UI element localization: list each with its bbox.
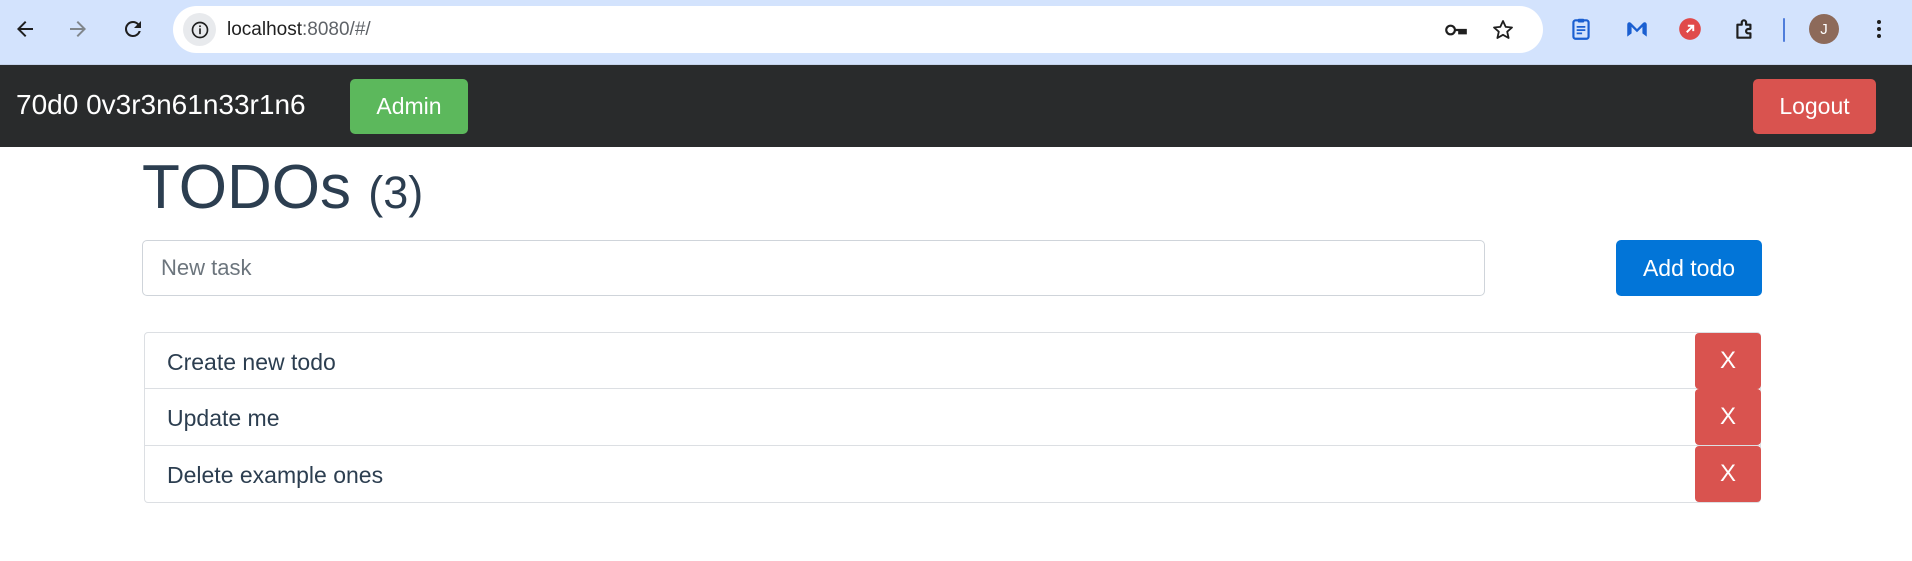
red-extension-button[interactable] [1673,12,1707,46]
browser-toolbar: localhost:8080/#/ J [0,0,1912,65]
todo-list: Create new todo X Update me X Delete exa… [144,332,1761,503]
extensions-button[interactable] [1728,12,1762,46]
delete-todo-button[interactable]: X [1695,389,1761,445]
info-icon [191,21,208,38]
url-text: localhost:8080/#/ [227,19,371,41]
delete-todo-button[interactable]: X [1695,333,1761,389]
clipboard-extension-button[interactable] [1564,12,1598,46]
todo-text[interactable]: Delete example ones [167,462,383,489]
todo-item: Create new todo X [144,332,1761,389]
malwarebytes-extension-button[interactable] [1620,12,1654,46]
forward-button[interactable] [58,9,98,49]
arrow-left-icon [17,21,33,37]
malwarebytes-icon [1627,22,1647,37]
app-navbar: 70d0 0v3r3n61n33r1n6 Admin Logout [0,65,1912,147]
todo-text[interactable]: Update me [167,405,280,432]
site-info-button[interactable] [183,13,216,46]
reload-icon [124,20,141,37]
profile-avatar[interactable]: J [1809,14,1839,44]
url-path: :8080/#/ [302,19,371,40]
puzzle-icon [1736,19,1752,39]
todo-text[interactable]: Create new todo [167,349,336,376]
logout-button[interactable]: Logout [1753,79,1876,134]
address-bar[interactable]: localhost:8080/#/ [173,6,1543,53]
reload-button[interactable] [113,9,153,49]
delete-todo-button[interactable]: X [1695,446,1761,502]
red-extension-icon [1679,18,1701,40]
todo-item: Update me X [144,389,1761,446]
todo-item: Delete example ones X [144,446,1761,503]
admin-button[interactable]: Admin [350,79,468,134]
bookmark-button[interactable] [1490,17,1516,43]
page-title-text: TODOs [142,153,351,222]
arrow-right-icon [70,21,86,37]
clipboard-icon [1572,18,1590,40]
todo-count: (3) [368,167,424,218]
password-key-button[interactable] [1443,17,1469,43]
add-todo-button[interactable]: Add todo [1616,240,1762,296]
back-button[interactable] [5,9,45,49]
brand-title[interactable]: 70d0 0v3r3n61n33r1n6 [16,89,306,121]
browser-menu-button[interactable] [1862,12,1896,46]
new-task-input[interactable] [142,240,1485,296]
url-host: localhost [227,19,302,40]
key-icon [1445,24,1467,36]
star-icon [1493,20,1513,39]
kebab-menu-icon [1877,20,1881,38]
page-title: TODOs (3) [142,152,423,223]
toolbar-separator [1783,18,1785,42]
